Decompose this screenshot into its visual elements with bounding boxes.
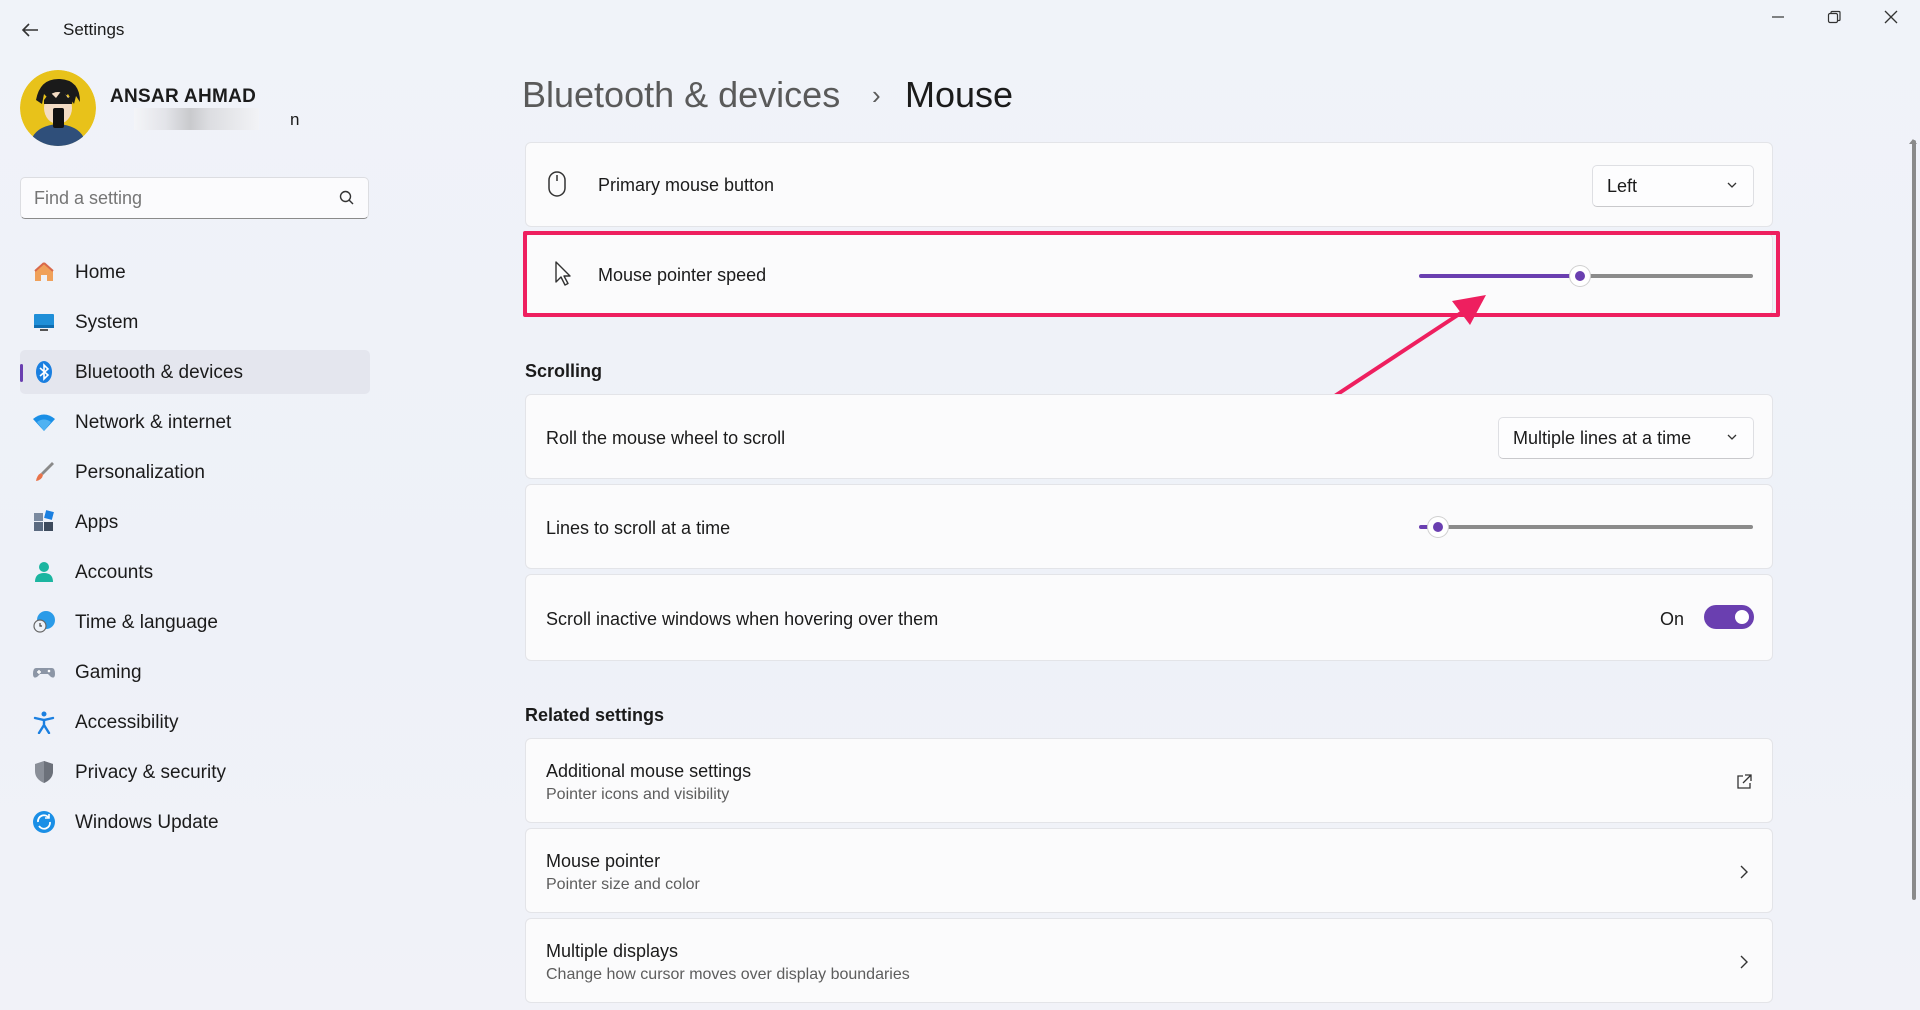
minimize-button[interactable] xyxy=(1758,8,1798,32)
sidebar-item-bluetooth[interactable]: Bluetooth & devices xyxy=(20,350,370,394)
accessibility-icon xyxy=(33,711,55,734)
sidebar-item-windows-update[interactable]: Windows Update xyxy=(20,800,370,844)
external-link-icon xyxy=(1737,774,1752,789)
related-item[interactable]: Mouse pointer Pointer size and color xyxy=(525,828,1773,913)
primary-mouse-button-label: Primary mouse button xyxy=(598,175,775,195)
user-name: ANSAR AHMAD xyxy=(110,86,257,107)
related-item-subtitle: Pointer size and color xyxy=(546,876,700,893)
slider-thumb[interactable] xyxy=(1428,517,1448,537)
breadcrumb-separator: › xyxy=(872,80,881,110)
sidebar-item-label: Bluetooth & devices xyxy=(75,362,243,383)
search-input[interactable] xyxy=(34,188,324,209)
dropdown-value: Left xyxy=(1607,176,1638,196)
chevron-down-icon xyxy=(1727,182,1737,188)
chevron-right-icon xyxy=(1740,865,1748,879)
active-indicator xyxy=(20,364,23,382)
toggle-knob xyxy=(1735,610,1749,624)
related-item[interactable]: Additional mouse settings Pointer icons … xyxy=(525,738,1773,823)
close-icon xyxy=(1884,10,1898,24)
slider-track xyxy=(1444,525,1753,529)
lines-to-scroll-label: Lines to scroll at a time xyxy=(546,518,731,538)
sidebar-item-privacy[interactable]: Privacy & security xyxy=(20,750,370,794)
brush-icon xyxy=(36,462,54,481)
shield-icon xyxy=(35,761,53,783)
update-icon xyxy=(33,811,55,833)
back-arrow-icon xyxy=(21,23,38,37)
primary-mouse-button-dropdown[interactable]: Left xyxy=(1592,165,1754,207)
avatar-image xyxy=(20,70,96,146)
chevron-down-icon xyxy=(1727,434,1737,440)
monitor-icon xyxy=(34,314,54,331)
vertical-scrollbar[interactable] xyxy=(1912,140,1916,900)
related-item[interactable]: Multiple displays Change how cursor move… xyxy=(525,918,1773,1003)
wifi-icon xyxy=(33,414,55,431)
primary-mouse-button-card: Primary mouse button Left xyxy=(525,142,1773,227)
sidebar-item-label: Windows Update xyxy=(75,812,219,833)
scroll-inactive-toggle[interactable] xyxy=(1704,605,1754,629)
sidebar-item-accessibility[interactable]: Accessibility xyxy=(20,700,370,744)
minimize-icon xyxy=(1772,16,1784,18)
related-item-subtitle: Pointer icons and visibility xyxy=(546,786,730,803)
sidebar-item-time-language[interactable]: Time & language xyxy=(20,600,370,644)
sidebar-item-label: Time & language xyxy=(75,612,218,633)
sidebar-item-label: Accounts xyxy=(75,562,154,583)
bluetooth-icon xyxy=(36,361,52,383)
globe-clock-icon xyxy=(33,611,55,633)
scrolling-heading: Scrolling xyxy=(525,361,603,381)
related-item-subtitle: Change how cursor moves over display bou… xyxy=(546,966,910,983)
gamepad-icon xyxy=(33,668,55,678)
sidebar-item-system[interactable]: System xyxy=(20,300,370,344)
sidebar-item-network[interactable]: Network & internet xyxy=(20,400,370,444)
close-button[interactable] xyxy=(1871,8,1911,32)
sidebar-item-label: System xyxy=(75,312,139,333)
lines-to-scroll-card: Lines to scroll at a time xyxy=(525,484,1773,569)
roll-wheel-card: Roll the mouse wheel to scroll Multiple … xyxy=(525,394,1773,479)
sidebar-item-label: Accessibility xyxy=(75,712,179,733)
back-button[interactable] xyxy=(18,18,42,42)
person-icon xyxy=(35,562,53,582)
breadcrumb-parent[interactable]: Bluetooth & devices xyxy=(522,74,840,116)
search-box[interactable] xyxy=(20,177,369,219)
roll-wheel-dropdown[interactable]: Multiple lines at a time xyxy=(1498,417,1754,459)
sidebar-item-personalization[interactable]: Personalization xyxy=(20,450,370,494)
scroll-inactive-label: Scroll inactive windows when hovering ov… xyxy=(546,609,939,629)
sidebar-item-label: Gaming xyxy=(75,662,142,683)
sidebar-item-accounts[interactable]: Accounts xyxy=(20,550,370,594)
dropdown-value: Multiple lines at a time xyxy=(1513,428,1692,448)
related-item-title: Multiple displays xyxy=(546,941,679,961)
scroll-inactive-card: Scroll inactive windows when hovering ov… xyxy=(525,574,1773,661)
page-title: Mouse xyxy=(905,74,1014,115)
app-title: Settings xyxy=(63,20,125,39)
search-icon xyxy=(339,190,354,205)
restore-icon xyxy=(1827,10,1841,24)
mouse-icon xyxy=(548,171,566,197)
sidebar-item-label: Privacy & security xyxy=(75,762,226,783)
related-item-title: Mouse pointer xyxy=(546,851,661,871)
related-item-title: Additional mouse settings xyxy=(546,761,752,781)
roll-wheel-label: Roll the mouse wheel to scroll xyxy=(546,428,786,448)
restore-button[interactable] xyxy=(1814,8,1854,32)
sidebar-item-label: Personalization xyxy=(75,462,205,483)
sidebar-item-gaming[interactable]: Gaming xyxy=(20,650,370,694)
lines-to-scroll-slider[interactable] xyxy=(1419,517,1753,537)
sidebar-item-apps[interactable]: Apps xyxy=(20,500,370,544)
toggle-state-label: On xyxy=(1660,609,1685,629)
chevron-right-icon xyxy=(1740,955,1748,969)
avatar[interactable] xyxy=(20,70,96,146)
sidebar-item-home[interactable]: Home xyxy=(20,250,370,294)
home-icon xyxy=(34,262,54,281)
highlight-box xyxy=(523,231,1780,317)
user-email-tail: n xyxy=(290,110,300,129)
sidebar-item-label: Network & internet xyxy=(75,412,232,433)
user-email-redacted xyxy=(134,108,259,130)
sidebar-item-label: Home xyxy=(75,262,126,283)
related-settings-heading: Related settings xyxy=(525,705,665,725)
sidebar-item-label: Apps xyxy=(75,512,119,533)
apps-icon xyxy=(34,510,54,531)
